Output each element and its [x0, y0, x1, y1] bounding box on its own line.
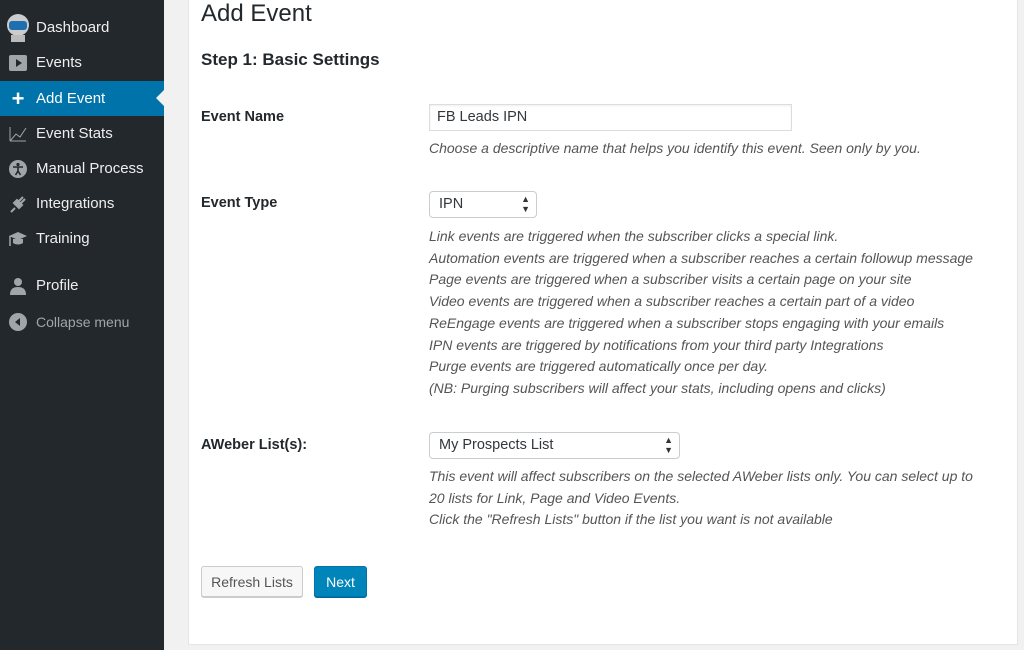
help-line: (NB: Purging subscribers will affect you…: [429, 379, 886, 396]
event-type-value: IPN: [439, 196, 464, 212]
aweber-list-label: AWeber List(s):: [201, 437, 308, 453]
user-icon: [0, 277, 36, 295]
sidebar-item-label: Collapse menu: [36, 313, 130, 330]
sidebar-item-event-stats[interactable]: Event Stats: [0, 116, 164, 151]
sidebar-item-manual-process[interactable]: Manual Process: [0, 151, 164, 186]
event-type-help: Link events are triggered when the subsc…: [429, 226, 973, 400]
help-line: Purge events are triggered automatically…: [429, 358, 769, 375]
sidebar-item-label: Manual Process: [36, 160, 144, 177]
help-line: Link events are triggered when the subsc…: [429, 228, 839, 244]
sidebar-item-events[interactable]: Events: [0, 45, 164, 80]
aweber-list-help: This event will affect subscribers on th…: [429, 466, 973, 531]
collapse-menu-button[interactable]: Collapse menu: [0, 304, 164, 339]
sidebar-item-profile[interactable]: Profile: [0, 268, 164, 303]
aweber-list-value: My Prospects List: [439, 437, 554, 453]
sidebar-item-dashboard[interactable]: Dashboard: [0, 10, 164, 45]
select-arrows-icon: ▲ ▼: [664, 435, 673, 455]
sidebar-item-label: Event Stats: [36, 125, 113, 142]
help-line: ReEngage events are triggered when a sub…: [429, 314, 945, 331]
play-icon: [0, 54, 36, 71]
aweber-list-select[interactable]: My Prospects List ▲ ▼: [429, 432, 680, 459]
select-arrows-icon: ▲ ▼: [521, 194, 530, 214]
graduation-cap-icon: [0, 231, 36, 247]
sidebar-item-label: Integrations: [36, 195, 115, 212]
event-name-label: Event Name: [201, 109, 285, 125]
help-line: Automation events are triggered when a s…: [429, 249, 973, 266]
help-line: This event will affect subscribers on th…: [429, 468, 973, 484]
help-line: Click the "Refresh Lists" button if the …: [429, 511, 833, 528]
chart-icon: [0, 126, 36, 142]
page-title: Add Event: [201, 0, 312, 27]
event-type-select[interactable]: IPN ▲ ▼: [429, 191, 537, 218]
plug-icon: [0, 195, 36, 213]
collapse-icon: [0, 312, 36, 331]
sidebar-item-label: Profile: [36, 277, 79, 294]
sidebar-item-label: Training: [36, 230, 90, 247]
event-name-help: Choose a descriptive name that helps you…: [429, 140, 921, 156]
robot-logo-icon: [0, 13, 36, 43]
plus-icon: +: [11, 85, 25, 111]
help-line: Video events are triggered when a subscr…: [429, 293, 915, 310]
next-button[interactable]: Next: [314, 566, 367, 597]
help-line: Page events are triggered when a subscri…: [429, 271, 912, 288]
step-heading: Step 1: Basic Settings: [201, 50, 380, 69]
accessibility-icon: [0, 159, 36, 178]
sidebar-item-integrations[interactable]: Integrations: [0, 186, 164, 221]
sidebar-item-training[interactable]: Training: [0, 221, 164, 256]
help-line: IPN events are triggered by notification…: [429, 336, 884, 353]
refresh-lists-button[interactable]: Refresh Lists: [201, 566, 303, 597]
sidebar-item-add-event[interactable]: + Add Event: [0, 81, 164, 116]
help-line: 20 lists for Link, Page and Video Events…: [429, 489, 681, 506]
event-type-label: Event Type: [201, 195, 278, 211]
event-name-input[interactable]: FB Leads IPN: [429, 104, 792, 131]
sidebar-item-label: Dashboard: [36, 19, 110, 36]
admin-sidebar: Dashboard Events + Add Event Event Stats…: [0, 0, 164, 650]
sidebar-item-label: Add Event: [36, 90, 106, 107]
sidebar-item-label: Events: [36, 54, 82, 71]
